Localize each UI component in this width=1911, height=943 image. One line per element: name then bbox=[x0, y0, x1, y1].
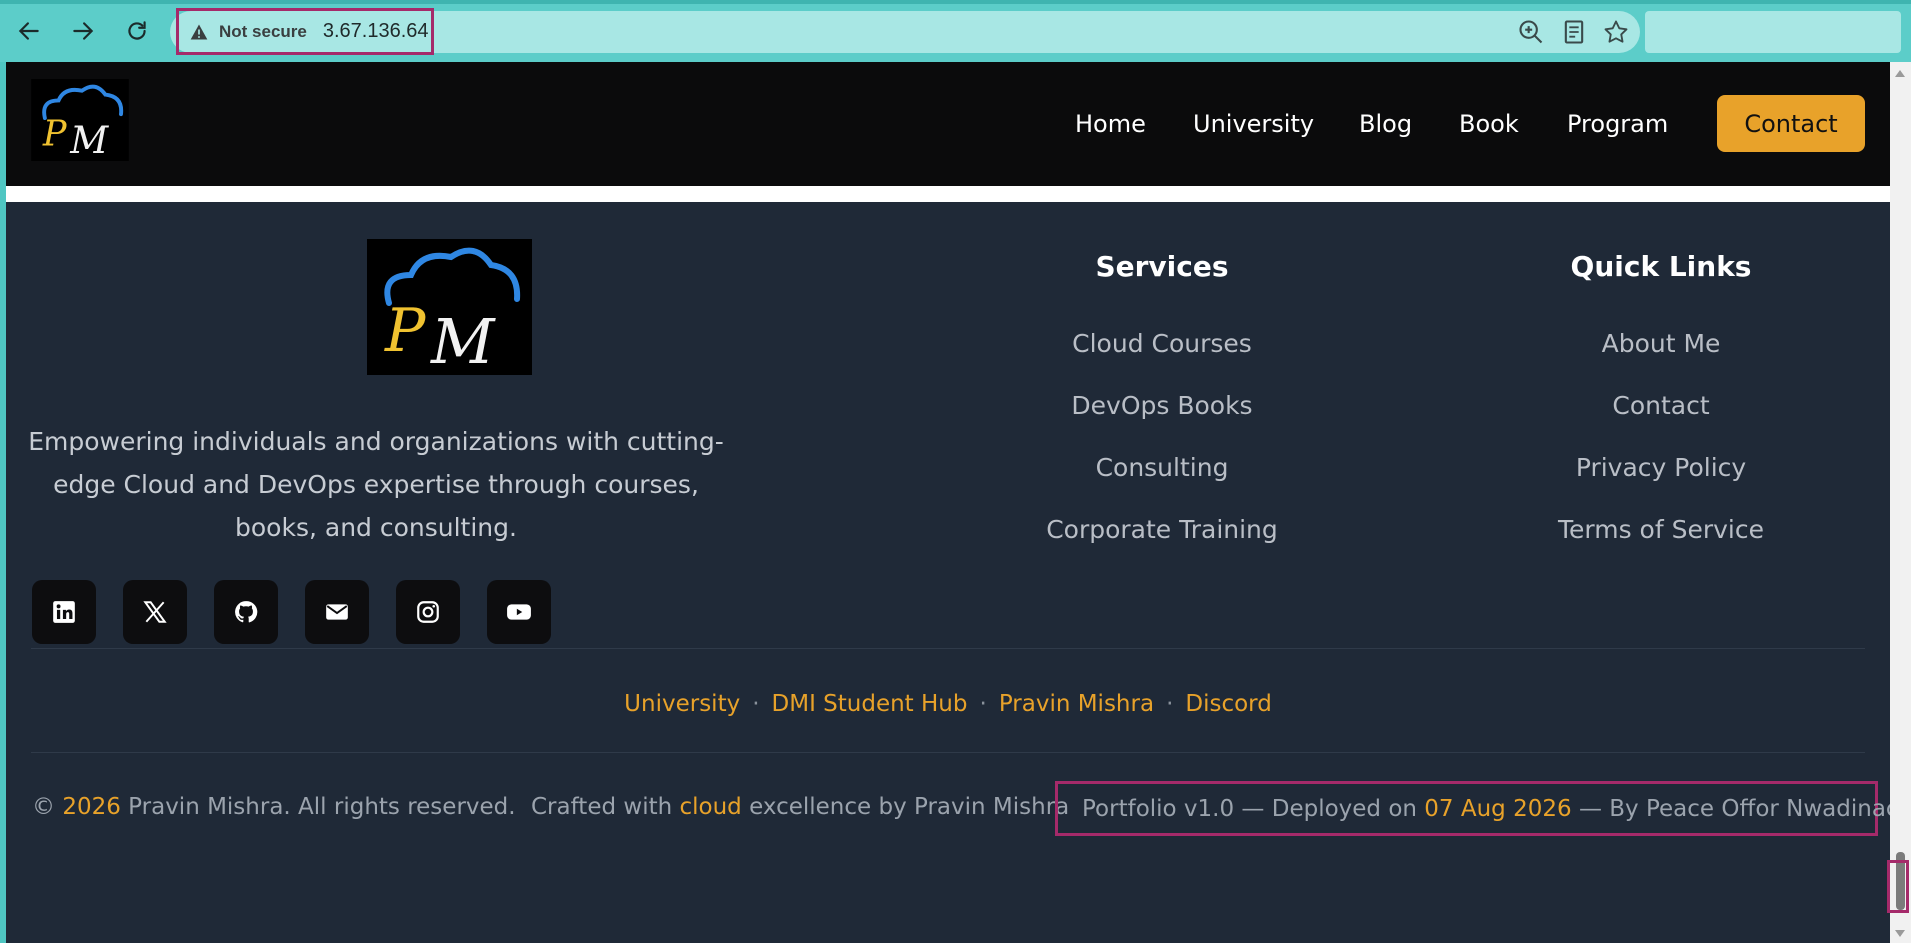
site-logo[interactable]: P M bbox=[31, 79, 129, 162]
svg-text:P: P bbox=[42, 113, 68, 154]
separator-dot: · bbox=[752, 691, 760, 717]
deploy-suffix: — By Peace Offor Nwadinachi bbox=[1578, 795, 1890, 822]
deploy-prefix: Portfolio v1.0 — Deployed on bbox=[1082, 795, 1417, 822]
crafted-highlight: cloud bbox=[679, 794, 742, 820]
svg-text:P: P bbox=[384, 296, 427, 366]
deploy-date: 07 Aug 2026 bbox=[1424, 795, 1572, 822]
nav-home[interactable]: Home bbox=[1075, 110, 1146, 138]
bottom-link-university[interactable]: University bbox=[624, 691, 740, 717]
separator-dot: · bbox=[1166, 691, 1174, 717]
social-youtube[interactable] bbox=[487, 580, 551, 644]
forward-button[interactable] bbox=[66, 14, 100, 48]
site-header: P M Home University Blog Book Program Co… bbox=[6, 62, 1890, 186]
instagram-icon bbox=[417, 601, 439, 623]
browser-toolbar: Not secure 3.67.136.64 bbox=[0, 0, 1911, 62]
crafted-prefix: Crafted with bbox=[531, 794, 673, 820]
back-button[interactable] bbox=[12, 14, 46, 48]
url-text[interactable]: 3.67.136.64 bbox=[323, 20, 429, 43]
reader-mode-button[interactable] bbox=[1560, 18, 1588, 46]
scroll-up-arrow[interactable] bbox=[1895, 70, 1905, 77]
services-link-cloud-courses[interactable]: Cloud Courses bbox=[962, 329, 1362, 358]
scroll-down-arrow[interactable] bbox=[1895, 930, 1905, 937]
zoom-button[interactable] bbox=[1517, 18, 1545, 46]
security-indicator[interactable]: Not secure 3.67.136.64 bbox=[176, 8, 434, 55]
nav-university[interactable]: University bbox=[1193, 110, 1314, 138]
reload-button[interactable] bbox=[120, 14, 154, 48]
github-icon bbox=[235, 601, 258, 623]
bottom-link-pravin-mishra[interactable]: Pravin Mishra bbox=[999, 691, 1154, 717]
footer-logo: P M bbox=[367, 239, 532, 378]
linkedin-icon bbox=[53, 601, 75, 623]
email-icon bbox=[326, 604, 348, 620]
nav-program[interactable]: Program bbox=[1567, 110, 1668, 138]
youtube-icon bbox=[507, 604, 531, 620]
star-icon bbox=[1604, 20, 1628, 43]
quick-link-about-me[interactable]: About Me bbox=[1461, 329, 1861, 358]
social-instagram[interactable] bbox=[396, 580, 460, 644]
copyright-owner: Pravin Mishra. All rights reserved. bbox=[128, 794, 516, 820]
deployment-info: Portfolio v1.0 — Deployed on 07 Aug 2026… bbox=[1055, 781, 1890, 836]
copyright-text: © 2026 Pravin Mishra. All rights reserve… bbox=[32, 794, 516, 820]
footer-divider-bottom bbox=[31, 752, 1865, 753]
reader-icon bbox=[1564, 20, 1584, 44]
pm-logo-icon: P M bbox=[31, 79, 129, 162]
reload-icon bbox=[128, 21, 146, 40]
x-icon bbox=[143, 601, 167, 623]
quick-link-contact[interactable]: Contact bbox=[1461, 391, 1861, 420]
pm-logo-large-icon: P M bbox=[367, 239, 532, 378]
services-link-devops-books[interactable]: DevOps Books bbox=[962, 391, 1362, 420]
bottom-link-dmi-student-hub[interactable]: DMI Student Hub bbox=[772, 691, 968, 717]
copyright-symbol: © bbox=[32, 794, 55, 820]
social-email[interactable] bbox=[305, 580, 369, 644]
zoom-icon bbox=[1519, 20, 1543, 44]
services-link-consulting[interactable]: Consulting bbox=[962, 453, 1362, 482]
social-github[interactable] bbox=[214, 580, 278, 644]
nav-book[interactable]: Book bbox=[1459, 110, 1519, 138]
web-page: P M Home University Blog Book Program Co… bbox=[6, 62, 1890, 943]
services-title: Services bbox=[1095, 250, 1229, 283]
nav-blog[interactable]: Blog bbox=[1359, 110, 1412, 138]
separator-dot: · bbox=[979, 691, 987, 717]
quick-link-privacy-policy[interactable]: Privacy Policy bbox=[1461, 453, 1861, 482]
warning-icon bbox=[190, 24, 208, 39]
back-icon bbox=[18, 22, 39, 40]
crafted-suffix: excellence by Pravin Mishra bbox=[749, 794, 1070, 820]
bottom-links: University · DMI Student Hub · Pravin Mishra… bbox=[6, 691, 1890, 717]
contact-button[interactable]: Contact bbox=[1717, 95, 1865, 152]
scroll-highlight bbox=[1887, 860, 1909, 913]
site-footer: P M Empowering individuals and organizat… bbox=[6, 202, 1890, 943]
copyright-year: 2026 bbox=[62, 794, 121, 820]
extensions-area[interactable] bbox=[1645, 11, 1901, 53]
quick-links-title: Quick Links bbox=[1570, 250, 1752, 283]
quick-link-terms-of-service[interactable]: Terms of Service bbox=[1461, 515, 1861, 544]
footer-divider-top bbox=[31, 648, 1865, 649]
page-scrollbar[interactable] bbox=[1890, 62, 1911, 943]
services-link-corporate-training[interactable]: Corporate Training bbox=[962, 515, 1362, 544]
not-secure-label: Not secure bbox=[219, 21, 307, 41]
svg-text:M: M bbox=[69, 119, 109, 161]
footer-tagline: Empowering individuals and organizations… bbox=[28, 427, 724, 542]
bottom-link-discord[interactable]: Discord bbox=[1185, 691, 1271, 717]
social-linkedin[interactable] bbox=[32, 580, 96, 644]
forward-icon bbox=[73, 22, 94, 40]
tab-strip-edge bbox=[0, 0, 1911, 4]
svg-text:M: M bbox=[430, 305, 496, 375]
social-x[interactable] bbox=[123, 580, 187, 644]
bookmark-button[interactable] bbox=[1602, 18, 1630, 46]
crafted-text: Crafted with cloud excellence by Pravin … bbox=[531, 794, 1069, 820]
